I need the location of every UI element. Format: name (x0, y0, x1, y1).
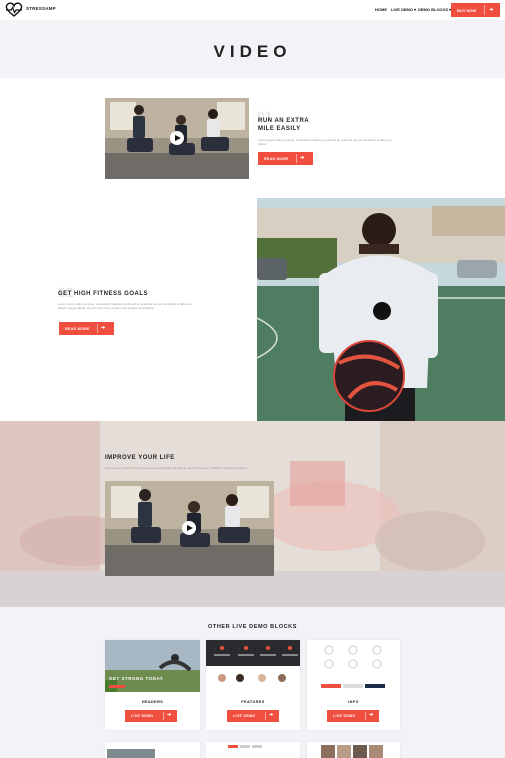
arrow-right-icon: ➜ (167, 712, 172, 718)
demo-card-headers[interactable]: GET STRONG TODAY HEADERS LIVE DEMO ➜ (105, 640, 200, 730)
card-image-button (109, 685, 125, 688)
buy-now-label: BUY NOW (457, 8, 477, 13)
nav-demo-blocks-label: DEMO BLOCKS (418, 7, 448, 12)
live-demo-button[interactable]: LIVE DEMO ➜ (125, 710, 177, 722)
arrow-right-icon: ➜ (489, 7, 494, 13)
section-text: Lorem ipsum dolor sit amet, consectetur … (258, 138, 392, 146)
read-more-button[interactable]: READ MORE ➜ (258, 152, 313, 165)
button-divider (296, 154, 297, 163)
nav-live-demo[interactable]: LIVE DEMO ▾ (391, 7, 416, 12)
card-caption: INFO (348, 700, 359, 704)
card-preview-image (206, 742, 300, 758)
button-divider (365, 712, 366, 720)
read-more-label: READ MORE (65, 326, 90, 331)
section-heading-line2: MILE EASILY (258, 126, 301, 132)
site-header: STRESSAMP HOME LIVE DEMO ▾ DEMO BLOCKS ▾… (0, 0, 505, 20)
live-demo-button[interactable]: LIVE DEMO ➜ (327, 710, 379, 722)
button-divider (265, 712, 266, 720)
button-divider (484, 5, 485, 15)
video-thumbnail-basketball[interactable] (257, 198, 505, 421)
card-preview-image (307, 640, 400, 692)
play-icon[interactable] (170, 131, 184, 145)
demo-card-partial[interactable] (105, 742, 200, 758)
other-demo-blocks-title: OTHER LIVE DEMO BLOCKS (208, 624, 297, 630)
section-heading: GET HIGH FITNESS GOALS (58, 291, 149, 297)
button-divider (97, 324, 98, 333)
heart-pulse-logo-icon[interactable] (4, 2, 24, 18)
card-caption: HEADERS (141, 700, 164, 704)
live-demo-label: LIVE DEMO (233, 714, 256, 718)
arrow-right-icon: ➜ (300, 155, 305, 161)
nav-demo-blocks[interactable]: DEMO BLOCKS ▾ (418, 7, 451, 12)
play-icon[interactable] (373, 302, 391, 320)
read-more-label: READ MORE (264, 156, 289, 161)
card-preview-image (206, 640, 300, 692)
arrow-right-icon: ➜ (369, 712, 374, 718)
section-heading: RUN AN EXTRA MILE EASILY (258, 117, 338, 133)
arrow-right-icon: ➜ (269, 712, 274, 718)
live-demo-label: LIVE DEMO (131, 714, 154, 718)
nav-live-demo-label: LIVE DEMO (391, 7, 414, 12)
arrow-right-icon: ➜ (101, 325, 106, 331)
page-title: VIDEO (213, 42, 292, 61)
button-divider (163, 712, 164, 720)
demo-card-partial[interactable] (206, 742, 300, 758)
demo-card-features[interactable]: FEATURES LIVE DEMO ➜ (206, 640, 300, 730)
brand-name[interactable]: STRESSAMP (26, 6, 56, 11)
video-thumbnail-gym-2[interactable] (105, 481, 274, 576)
play-icon[interactable] (182, 521, 196, 535)
card-preview-image (105, 742, 200, 758)
read-more-button[interactable]: READ MORE ➜ (59, 322, 114, 335)
live-demo-label: LIVE DEMO (333, 714, 356, 718)
live-demo-button[interactable]: LIVE DEMO ➜ (227, 710, 279, 722)
card-preview-image (307, 742, 400, 758)
section-heading-line1: RUN AN EXTRA (258, 118, 310, 124)
buy-now-button[interactable]: BUY NOW ➜ (451, 3, 500, 17)
video-thumbnail-gym[interactable] (105, 98, 249, 179)
demo-card-partial[interactable] (307, 742, 400, 758)
section-text: Lorem ipsum dolor sit amet consectetur a… (105, 466, 248, 470)
chevron-down-icon: ▾ (413, 7, 417, 12)
demo-card-info[interactable]: INFO LIVE DEMO ➜ (307, 640, 400, 730)
section-heading: IMPROVE YOUR LIFE (105, 455, 175, 461)
section-text: Lorem ipsum dolor sit amet, consectetur … (58, 302, 192, 310)
nav-home[interactable]: HOME (375, 7, 387, 12)
card-caption: FEATURES (241, 700, 265, 704)
card-image-text: GET STRONG TODAY (109, 676, 164, 681)
